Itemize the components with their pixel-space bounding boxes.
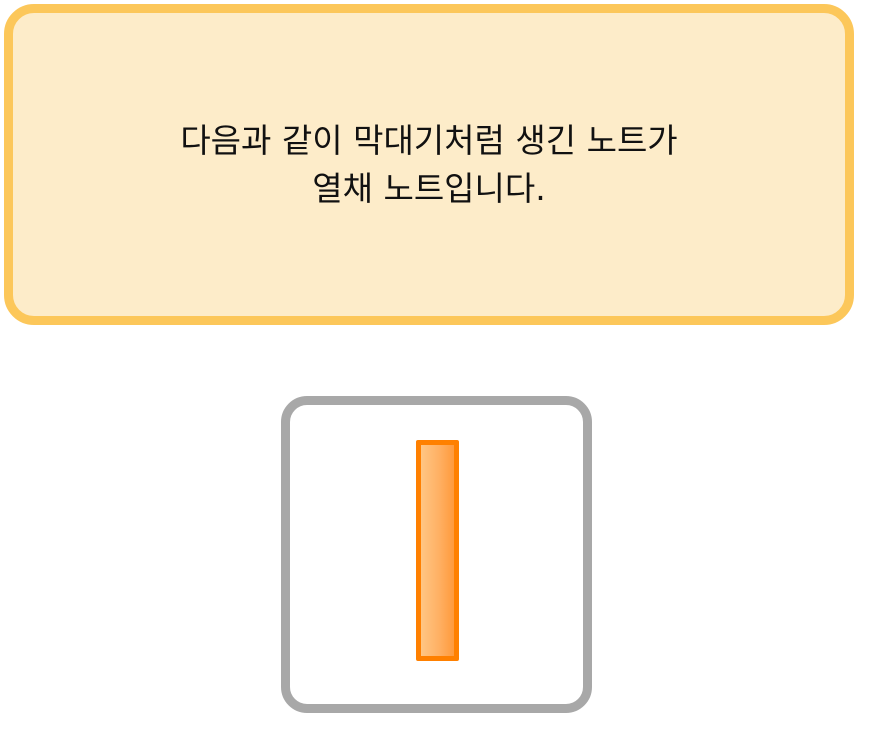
long-note-bar-icon [416,440,459,661]
callout-text-line-1: 다음과 같이 막대기처럼 생긴 노트가 [180,120,678,160]
callout-text-line-2: 열채 노트입니다. [312,168,546,208]
explanation-callout: 다음과 같이 막대기처럼 생긴 노트가 열채 노트입니다. [4,4,854,325]
